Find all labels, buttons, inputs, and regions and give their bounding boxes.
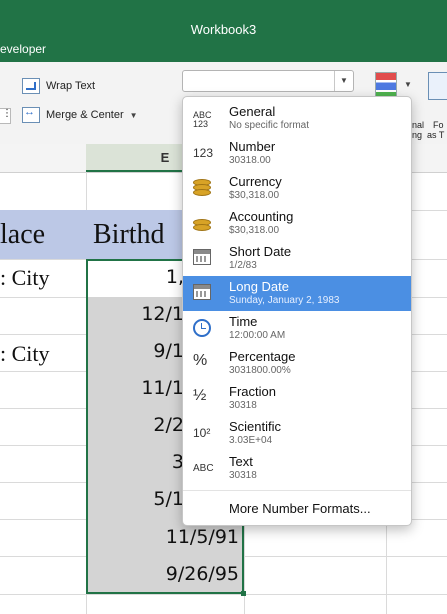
menu-item-label: Number bbox=[229, 139, 276, 154]
merge-center-icon bbox=[22, 106, 40, 123]
menu-item-general[interactable]: ABC 123 General No specific format bbox=[183, 101, 411, 136]
wrap-text-label: Wrap Text bbox=[46, 80, 96, 92]
fill-handle[interactable] bbox=[241, 591, 246, 596]
number-format-menu: ABC 123 General No specific format 123 Nu… bbox=[182, 96, 412, 526]
conditional-formatting-label-2: ng bbox=[412, 130, 423, 140]
format-as-table-icon[interactable] bbox=[428, 72, 447, 100]
wrap-text-icon bbox=[22, 78, 40, 94]
menu-item-sample: $30,318.00 bbox=[229, 190, 280, 201]
text-abc-icon: ABC bbox=[193, 463, 214, 474]
date-cell[interactable]: 9/1 bbox=[153, 340, 184, 362]
menu-item-sample: No specific format bbox=[229, 120, 310, 131]
calendar-icon bbox=[193, 284, 227, 300]
number-format-select[interactable]: ▼ bbox=[182, 70, 354, 92]
menu-item-label: Short Date bbox=[229, 244, 292, 259]
gridline bbox=[0, 594, 447, 595]
menu-item-sample: 1/2/83 bbox=[229, 260, 257, 271]
menu-item-number[interactable]: 123 Number 30318.00 bbox=[183, 136, 411, 171]
window-title: Workbook3 bbox=[190, 22, 257, 37]
city-cell[interactable]: : City bbox=[0, 265, 50, 291]
menu-item-fraction[interactable]: ½ Fraction 30318 bbox=[183, 381, 411, 416]
header-cell-birthdate[interactable]: Birthd bbox=[93, 210, 165, 259]
menu-item-label: Text bbox=[229, 454, 253, 469]
date-cell[interactable]: 11/5/91 bbox=[166, 526, 239, 548]
menu-item-scientific[interactable]: 10² Scientific 3.03E+04 bbox=[183, 416, 411, 451]
more-number-formats-item[interactable]: More Number Formats... bbox=[229, 501, 371, 516]
format-table-label-1: Fo bbox=[433, 120, 444, 130]
coins-icon bbox=[193, 179, 227, 196]
conditional-formatting-label-1: nal bbox=[412, 120, 425, 130]
menu-item-label: Time bbox=[229, 314, 258, 329]
menu-item-sample: 3031800.00% bbox=[229, 365, 291, 376]
menu-item-time[interactable]: Time 12:00:00 AM bbox=[183, 311, 411, 346]
header-cell-place[interactable]: lace bbox=[0, 210, 45, 259]
chevron-down-icon[interactable]: ▼ bbox=[130, 111, 138, 120]
menu-item-long-date[interactable]: Long Date Sunday, January 2, 1983 bbox=[183, 276, 411, 311]
merge-center-label: Merge & Center bbox=[46, 109, 124, 121]
menu-item-sample: $30,318.00 bbox=[229, 225, 280, 236]
menu-item-label: Scientific bbox=[229, 419, 282, 434]
merge-center-button[interactable]: Merge & Center ▼ bbox=[22, 106, 138, 123]
menu-item-accounting[interactable]: Accounting $30,318.00 bbox=[183, 206, 411, 241]
menu-item-sample: 3.03E+04 bbox=[229, 435, 273, 446]
menu-item-label: General bbox=[229, 104, 276, 119]
menu-item-label: Percentage bbox=[229, 349, 296, 364]
menu-item-text[interactable]: ABC Text 30318 bbox=[183, 451, 411, 486]
calendar-icon bbox=[193, 249, 227, 265]
menu-item-short-date[interactable]: Short Date 1/2/83 bbox=[183, 241, 411, 276]
menu-item-percentage[interactable]: % Percentage 3031800.00% bbox=[183, 346, 411, 381]
menu-item-label: Accounting bbox=[229, 209, 294, 224]
number-123-icon: 123 bbox=[193, 146, 214, 160]
conditional-formatting-icon[interactable] bbox=[375, 72, 397, 98]
indent-button[interactable] bbox=[0, 108, 12, 124]
menu-item-label: Fraction bbox=[229, 384, 276, 399]
menu-divider bbox=[183, 490, 411, 491]
date-cell[interactable]: 9/26/95 bbox=[166, 563, 239, 585]
format-table-label-2: as T bbox=[427, 130, 445, 140]
city-cell[interactable]: : City bbox=[0, 341, 50, 367]
menu-item-sample: 30318.00 bbox=[229, 155, 271, 166]
date-cell[interactable]: 5/1 bbox=[153, 488, 184, 510]
chevron-down-icon[interactable]: ▼ bbox=[334, 71, 353, 91]
date-cell[interactable]: 12/1 bbox=[141, 303, 184, 325]
fraction-icon: ½ bbox=[193, 387, 207, 404]
menu-item-sample: Sunday, January 2, 1983 bbox=[229, 295, 340, 306]
title-bar: Workbook3 eveloper bbox=[0, 0, 447, 62]
date-cell[interactable]: 2/2 bbox=[153, 414, 184, 436]
wrap-text-button[interactable]: Wrap Text bbox=[22, 78, 95, 94]
menu-item-sample: 12:00:00 AM bbox=[229, 330, 286, 341]
accounting-icon bbox=[193, 214, 227, 231]
clock-icon bbox=[193, 319, 227, 337]
menu-item-label: Currency bbox=[229, 174, 282, 189]
menu-item-sample: 30318 bbox=[229, 470, 257, 481]
chevron-down-icon[interactable]: ▼ bbox=[404, 80, 412, 89]
menu-item-sample: 30318 bbox=[229, 400, 257, 411]
menu-item-currency[interactable]: Currency $30,318.00 bbox=[183, 171, 411, 206]
percent-icon: % bbox=[193, 352, 208, 369]
scientific-icon: 10² bbox=[193, 426, 211, 440]
tab-developer[interactable]: eveloper bbox=[0, 42, 46, 56]
menu-item-label: Long Date bbox=[229, 279, 289, 294]
abc-123-icon: ABC 123 bbox=[193, 110, 212, 129]
date-cell[interactable]: 11/1 bbox=[141, 377, 184, 399]
